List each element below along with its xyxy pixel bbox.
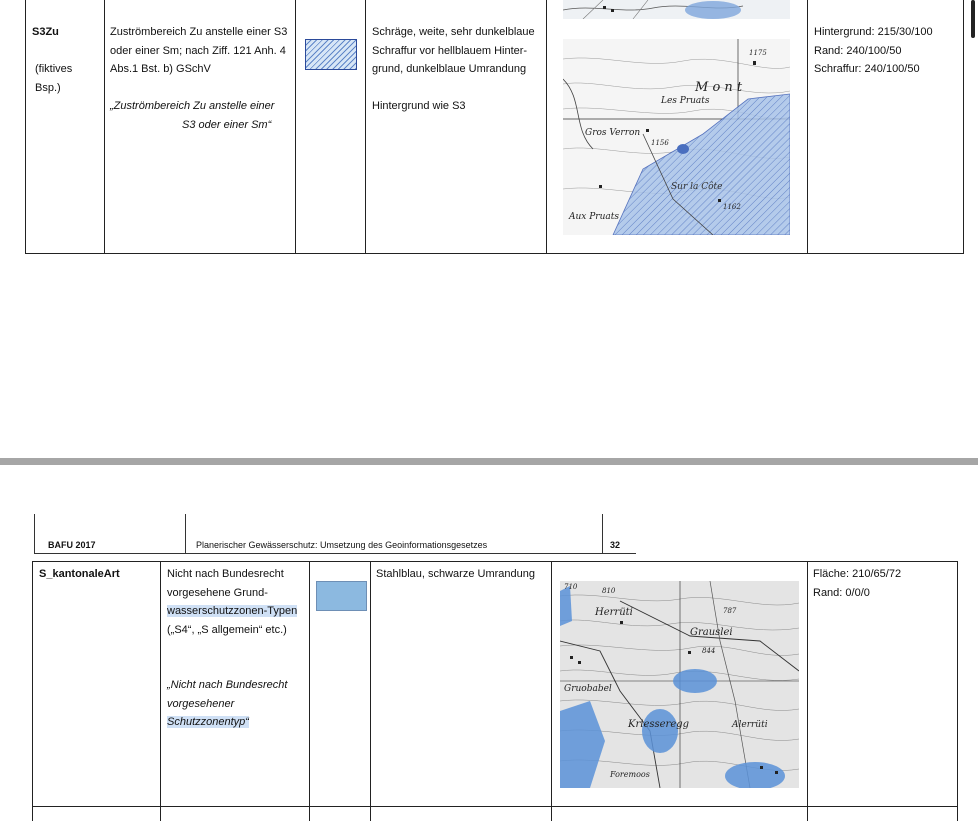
definition-line: oder einer Sm; nach Ziff. 121 Anh. 4: [110, 44, 286, 57]
page-divider: [0, 458, 978, 465]
zone-definition: Nicht nach Bundesrecht vorgesehene Grund…: [167, 565, 307, 639]
svg-text:710: 710: [564, 583, 578, 591]
zone-code: S3Zu: [32, 26, 59, 38]
svg-text:Kriesseregg: Kriesseregg: [627, 719, 689, 730]
quote-line: Schutzzonentyp“: [167, 713, 307, 732]
svg-text:Herrüti: Herrüti: [594, 607, 633, 618]
color-code-line: Rand: 240/100/50: [814, 44, 902, 57]
zone-code: S_kantonaleArt: [39, 568, 120, 580]
svg-text:Sur la Côte: Sur la Côte: [671, 181, 722, 192]
header-title: Planerischer Gewässerschutz: Umsetzung d…: [196, 540, 488, 550]
map-example-s3zu: M o n t Les Pruats Gros Verron Sur la Cô…: [563, 39, 790, 235]
highlighted-text: wasserschutzzonen-Typen: [167, 605, 298, 617]
svg-text:810: 810: [602, 587, 616, 595]
svg-text:1175: 1175: [749, 49, 767, 57]
description-line: Schräge, weite, sehr dunkelblaue: [372, 26, 535, 38]
header-rule: [34, 514, 35, 554]
color-code-line: Fläche: 210/65/72: [813, 568, 902, 580]
definition-line: Nicht nach Bundesrecht: [167, 568, 284, 580]
header-rule: [602, 514, 603, 554]
zone-description: Stahlblau, schwarze Umrandung: [376, 568, 535, 580]
hatch-swatch: [305, 39, 357, 70]
svg-text:Les Pruats: Les Pruats: [660, 96, 710, 106]
quote-line: „Nicht nach Bundesrecht: [167, 679, 288, 691]
color-code-line: Hintergrund: 215/30/100: [814, 26, 933, 38]
header-org: BAFU 2017: [48, 540, 96, 550]
svg-text:Alerrüti: Alerrüti: [731, 720, 768, 730]
column-divider: [309, 562, 310, 821]
svg-text:844: 844: [702, 647, 715, 655]
definition-line: vorgesehene Grund-: [167, 586, 268, 599]
column-divider: [160, 562, 161, 821]
column-divider: [807, 562, 808, 821]
svg-text:M o n t: M o n t: [694, 80, 743, 95]
definition-line: wasserschutzzonen-Typen: [167, 602, 307, 621]
definition-line: („S4“, „S allgemein“ etc.): [167, 623, 287, 636]
row-divider: [32, 806, 958, 807]
page-number: 32: [610, 540, 621, 550]
svg-text:Grauslei: Grauslei: [690, 627, 733, 638]
header-rule: [185, 514, 186, 554]
column-divider: [295, 0, 296, 253]
zone-quote: „Nicht nach Bundesrecht vorgesehener Sch…: [167, 676, 307, 732]
svg-text:1156: 1156: [651, 139, 669, 147]
zone-definition: Zuströmbereich Zu anstelle einer S3 oder…: [110, 23, 295, 79]
scrollbar[interactable]: [968, 0, 978, 40]
color-code-line: Rand: 0/0/0: [813, 586, 870, 599]
column-divider: [370, 562, 371, 821]
highlighted-text: Schutzzonentyp“: [167, 716, 249, 728]
quote-line: „Zuströmbereich Zu anstelle einer: [110, 100, 275, 112]
svg-text:787: 787: [723, 607, 737, 615]
description-line: Schraffur vor hellblauem Hinter-: [372, 44, 528, 57]
svg-text:1162: 1162: [723, 203, 741, 211]
svg-text:Aux Pruats: Aux Pruats: [568, 212, 619, 222]
color-codes: Fläche: 210/65/72 Rand: 0/0/0: [813, 565, 953, 602]
header-rule: [34, 553, 636, 554]
column-divider: [551, 562, 552, 821]
svg-text:Gros Verron: Gros Verron: [585, 128, 640, 138]
zone-code-note: (fiktives Bsp.): [35, 63, 73, 94]
steel-blue-swatch: [316, 581, 367, 611]
definition-line: Abs.1 Bst. b) GSchV: [110, 63, 211, 75]
zone-description: Schräge, weite, sehr dunkelblaue Schraff…: [372, 23, 547, 79]
map-example-kantonaleart: Herrüti Grauslei Gruobabel Kriesseregg A…: [560, 581, 799, 788]
color-codes: Hintergrund: 215/30/100 Rand: 240/100/50…: [814, 23, 964, 79]
color-code-line: Schraffur: 240/100/50: [814, 63, 920, 75]
zone-quote: „Zuströmbereich Zu anstelle einer S3 ode…: [110, 97, 295, 134]
map-fragment-top: [563, 0, 790, 19]
quote-line: S3 oder einer Sm“: [182, 118, 272, 131]
description-extra: Hintergrund wie S3: [372, 100, 466, 112]
svg-text:Gruobabel: Gruobabel: [564, 684, 612, 694]
description-line: grund, dunkelblaue Umrandung: [372, 63, 527, 75]
quote-line: vorgesehener: [167, 697, 235, 710]
column-divider: [365, 0, 366, 253]
svg-text:Foremoos: Foremoos: [609, 770, 650, 779]
column-divider: [104, 0, 105, 253]
definition-line: Zuströmbereich Zu anstelle einer S3: [110, 26, 288, 38]
column-divider: [807, 0, 808, 253]
